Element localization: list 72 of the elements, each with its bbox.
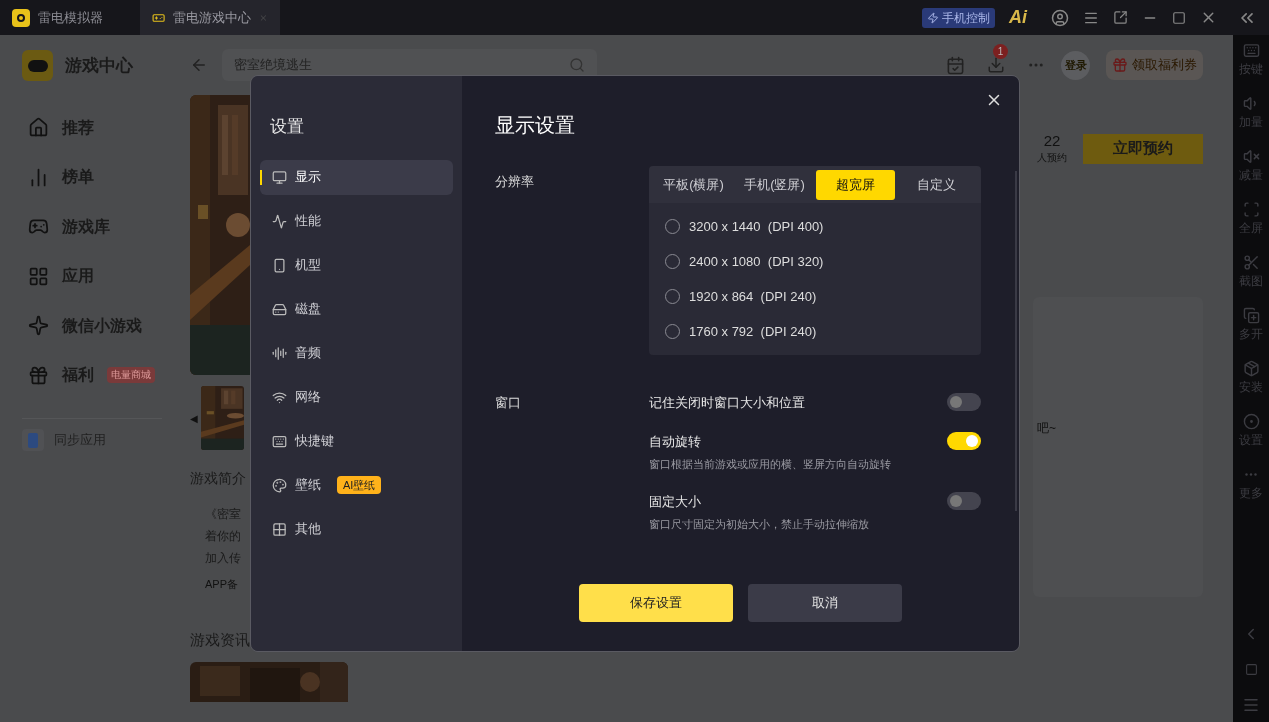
settings-nav-item[interactable]: 显示 xyxy=(260,159,453,195)
settings-nav-item[interactable]: 音频 xyxy=(260,335,453,371)
resolution-tab[interactable]: 平板(横屏) xyxy=(654,169,733,200)
settings-nav-item[interactable]: 其他 xyxy=(260,511,453,547)
toggle-description: 窗口根据当前游戏或应用的横、竖屏方向自动旋转 xyxy=(649,457,891,472)
ai-badge: AI壁纸 xyxy=(337,476,382,494)
home-icon[interactable] xyxy=(1244,663,1258,676)
volume-down-icon xyxy=(1242,148,1260,165)
sparkle-icon xyxy=(28,315,49,337)
back-icon[interactable] xyxy=(190,56,208,74)
grid-icon xyxy=(28,265,49,287)
app-logo-icon xyxy=(22,50,53,81)
resolution-tab[interactable]: 超宽屏 xyxy=(816,169,895,200)
wifi-icon xyxy=(272,389,287,405)
house-icon xyxy=(28,117,49,139)
settings-nav-item[interactable]: 快捷键 xyxy=(260,423,453,459)
copy-plus-icon xyxy=(1242,307,1260,324)
phone-control-button[interactable]: 手机控制 xyxy=(922,7,995,28)
card-text: 吧~ xyxy=(1037,421,1056,435)
settings-nav-item[interactable]: 机型 xyxy=(260,247,453,283)
toggle-description: 窗口尺寸固定为初始大小，禁止手动拉伸缩放 xyxy=(649,517,869,532)
resolution-option[interactable]: 3200 x 1440 (DPI 400) xyxy=(665,216,981,237)
more-icon xyxy=(1245,473,1257,476)
record-text: APP备 xyxy=(205,577,239,592)
notification-badge: 1 xyxy=(993,44,1008,59)
toggle-label: 固定大小 xyxy=(649,492,702,511)
monitor-icon xyxy=(272,169,287,185)
resolution-option[interactable]: 1920 x 864 (DPI 240) xyxy=(665,286,981,307)
fullscreen-icon xyxy=(1242,201,1260,218)
resolution-option[interactable]: 2400 x 1080 (DPI 320) xyxy=(665,251,981,272)
user-icon[interactable] xyxy=(1051,8,1069,27)
resolution-option[interactable]: 1760 x 792 (DPI 240) xyxy=(665,321,981,342)
toggle-label: 记住关闭时窗口大小和位置 xyxy=(649,394,805,412)
settings-nav-item[interactable]: 磁盘 xyxy=(260,291,453,327)
settings-nav-item[interactable]: 壁纸 AI壁纸 xyxy=(260,467,453,503)
scissors-icon xyxy=(1242,254,1260,271)
maximize-icon[interactable] xyxy=(1172,10,1186,25)
keyboard-icon xyxy=(1242,42,1260,59)
toggle-label: 自动旋转 xyxy=(649,432,702,451)
app-logo-icon xyxy=(12,8,30,27)
settings-heading: 显示设置 xyxy=(495,113,576,138)
dialog-title: 设置 xyxy=(270,116,305,138)
section-label: 分辨率 xyxy=(495,173,535,191)
window-switch-icon[interactable] xyxy=(1113,10,1128,25)
window-tab[interactable]: 雷电游戏中心 xyxy=(140,0,280,35)
settings-icon xyxy=(1242,413,1260,430)
grid-icon xyxy=(272,521,287,537)
settings-nav-item[interactable]: 网络 xyxy=(260,379,453,415)
palette-icon xyxy=(272,477,287,493)
gift-icon xyxy=(28,364,49,386)
resolution-tab[interactable]: 手机(竖屏) xyxy=(735,169,814,200)
section-label: 窗口 xyxy=(495,394,522,412)
reservation-count: 22 xyxy=(1043,132,1061,150)
package-icon xyxy=(1242,360,1260,377)
settings-nav-item[interactable]: 性能 xyxy=(260,203,453,239)
calendar-icon[interactable] xyxy=(946,55,965,75)
toggle-switch[interactable] xyxy=(947,393,981,411)
ai-logo[interactable]: Ai xyxy=(1009,4,1027,31)
pulse-icon xyxy=(272,213,287,229)
keyboard-icon xyxy=(272,433,287,449)
toggle-switch[interactable] xyxy=(947,431,981,450)
cancel-button[interactable]: 取消 xyxy=(748,584,902,622)
save-button[interactable]: 保存设置 xyxy=(579,584,733,622)
lightning-icon xyxy=(927,11,939,24)
phone-icon xyxy=(272,257,287,273)
gift-icon xyxy=(1112,57,1128,73)
sidebar-badge: 电量商城 xyxy=(107,367,155,384)
window-tab[interactable]: 雷电模拟器 xyxy=(0,0,140,35)
toggle-switch[interactable] xyxy=(947,491,981,510)
resolution-tab[interactable]: 自定义 xyxy=(897,169,976,200)
download-icon[interactable] xyxy=(987,56,1005,74)
audio-wave-icon xyxy=(272,345,287,361)
